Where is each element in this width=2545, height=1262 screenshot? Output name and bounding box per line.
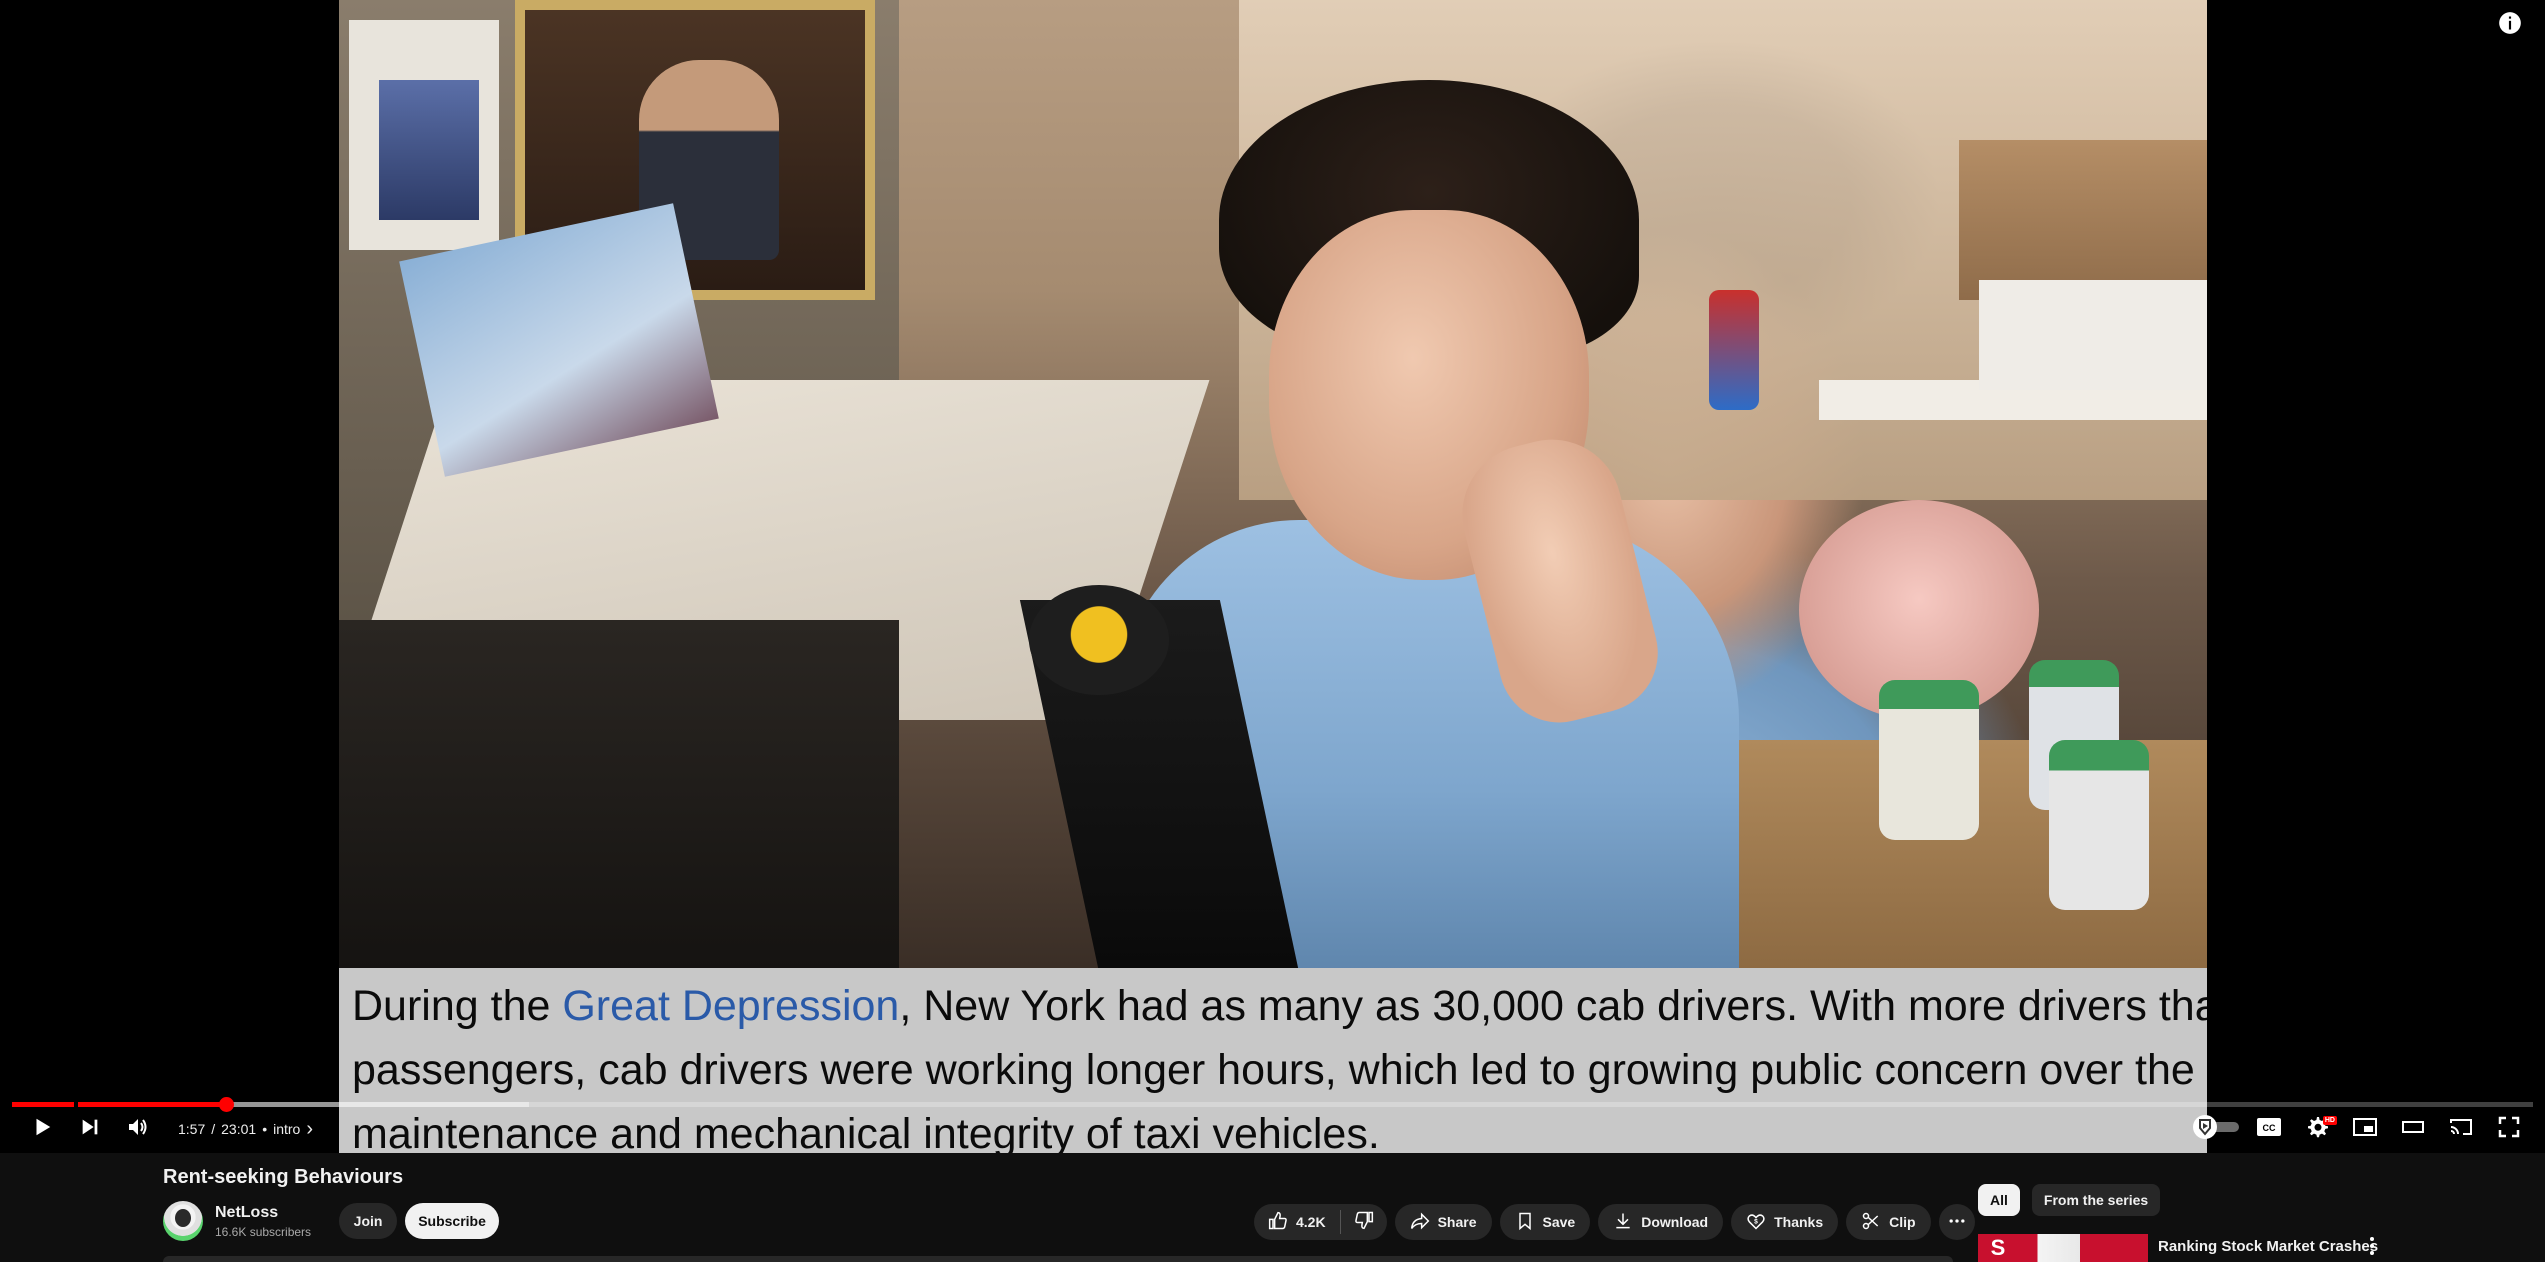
caption-line: passengers, cab drivers were working lon… — [352, 1046, 2195, 1094]
scene-bottle — [1879, 680, 1979, 840]
channel-info: NetLoss 16.6K subscribers — [215, 1204, 311, 1239]
chip-from-the-series[interactable]: From the series — [2031, 1184, 2161, 1216]
chevron-right-icon: › — [306, 1118, 313, 1140]
more-actions-button[interactable] — [1938, 1204, 1975, 1240]
save-button[interactable]: Save — [1499, 1204, 1591, 1240]
miniplayer-icon — [2352, 1116, 2378, 1143]
next-button[interactable] — [66, 1112, 114, 1146]
mute-button[interactable] — [114, 1112, 162, 1146]
next-icon — [79, 1116, 101, 1143]
related-video-item[interactable]: S Ranking Stock Market Crashes — [1978, 1234, 2398, 1262]
caption-line: maintenance and mechanical integrity of … — [352, 1110, 1380, 1153]
related-filter-chips: All From the series — [1978, 1184, 2161, 1216]
cast-icon — [2448, 1116, 2474, 1143]
more-horizontal-icon — [1947, 1211, 1967, 1234]
like-count: 4.2K — [1296, 1214, 1326, 1230]
progress-bar[interactable] — [12, 1097, 2533, 1112]
time-display: 1:57 / 23:01 — [178, 1121, 256, 1137]
related-video-title[interactable]: Ranking Stock Market Crashes — [2158, 1234, 2378, 1262]
scene-bottle — [2049, 740, 2149, 910]
bookmark-icon — [1515, 1211, 1535, 1234]
play-icon — [31, 1116, 53, 1143]
channel-avatar[interactable] — [163, 1201, 203, 1241]
cast-button[interactable] — [2437, 1112, 2485, 1146]
scene-microphone — [1029, 585, 1169, 695]
chip-all[interactable]: All — [1978, 1184, 2020, 1216]
scissors-icon — [1861, 1211, 1881, 1234]
volume-icon — [126, 1115, 150, 1144]
scene-game-box — [379, 80, 479, 220]
thumbs-down-icon — [1354, 1210, 1374, 1235]
duration: 23:01 — [221, 1121, 257, 1137]
hd-badge: HD — [2322, 1116, 2337, 1125]
related-thumbnail[interactable]: S — [1978, 1234, 2148, 1262]
thanks-label: Thanks — [1774, 1214, 1824, 1230]
channel-name[interactable]: NetLoss — [215, 1204, 311, 1222]
caption-line: During the Great Depression, New York ha… — [352, 974, 2207, 1038]
chapter-button[interactable]: • intro › — [262, 1118, 313, 1140]
settings-button[interactable]: HD — [2293, 1112, 2341, 1146]
thumbs-up-icon — [1268, 1211, 1288, 1234]
svg-text:CC: CC — [2263, 1123, 2276, 1133]
chapter-title: intro — [273, 1121, 301, 1137]
video-actions: 4.2K Share Save Download $ Thanks Clip — [1254, 1204, 1975, 1240]
dislike-button[interactable] — [1341, 1204, 1387, 1240]
scene-cardboard-box — [1959, 140, 2207, 300]
join-button[interactable]: Join — [339, 1203, 398, 1239]
time-separator: / — [211, 1121, 216, 1137]
thanks-heart-icon: $ — [1746, 1211, 1766, 1234]
current-time: 1:57 — [178, 1121, 206, 1137]
player-controls-left: 1:57 / 23:01 • intro › — [18, 1112, 313, 1146]
progress-played — [12, 1102, 226, 1107]
caption-highlight: Great Depression — [562, 982, 900, 1030]
related-video-menu-button[interactable] — [2362, 1236, 2382, 1260]
chapter-bullet: • — [262, 1121, 268, 1137]
avatar-figure — [175, 1209, 191, 1227]
thanks-button[interactable]: $ Thanks — [1731, 1204, 1839, 1240]
autoplay-toggle[interactable] — [2185, 1112, 2245, 1146]
fullscreen-icon — [2497, 1115, 2521, 1144]
more-vertical-icon — [2369, 1236, 2375, 1261]
channel-owner-row: NetLoss 16.6K subscribers Join Subscribe — [163, 1200, 500, 1242]
captions-button[interactable]: CC — [2245, 1112, 2293, 1146]
subscribe-button[interactable]: Subscribe — [405, 1203, 500, 1239]
subscriber-count: 16.6K subscribers — [215, 1224, 312, 1239]
scene-bottle — [1709, 290, 1759, 410]
theater-mode-button[interactable] — [2389, 1112, 2437, 1146]
share-label: Share — [1437, 1214, 1477, 1230]
play-button[interactable] — [18, 1112, 66, 1146]
chapter-marker — [74, 1102, 78, 1107]
video-player[interactable]: During the Great Depression, New York ha… — [0, 0, 2545, 1153]
player-controls-right: CC HD — [2185, 1112, 2533, 1146]
theater-icon — [2400, 1116, 2426, 1143]
share-button[interactable]: Share — [1394, 1204, 1492, 1240]
captions-icon: CC — [2256, 1116, 2282, 1143]
caption-text: , New York had as many as 30,000 cab dri… — [899, 982, 2207, 1030]
scene-shadow — [339, 620, 899, 968]
fullscreen-button[interactable] — [2485, 1112, 2533, 1146]
thumbnail-letter: S — [1978, 1234, 2018, 1262]
svg-text:$: $ — [1754, 1218, 1758, 1225]
video-title: Rent-seeking Behaviours — [163, 1166, 404, 1188]
caption-window: During the Great Depression, New York ha… — [339, 968, 2207, 1153]
video-frame[interactable] — [339, 0, 2207, 968]
clip-label: Clip — [1889, 1214, 1916, 1230]
miniplayer-button[interactable] — [2341, 1112, 2389, 1146]
info-icon[interactable] — [2497, 10, 2523, 36]
description-box[interactable] — [163, 1256, 1953, 1262]
scene-printer — [1979, 280, 2207, 390]
like-button[interactable]: 4.2K — [1254, 1204, 1340, 1240]
caption-text: During the — [352, 982, 563, 1030]
autoplay-icon — [2187, 1112, 2243, 1147]
scrubber-handle[interactable] — [218, 1097, 234, 1112]
download-icon — [1613, 1211, 1633, 1234]
clip-button[interactable]: Clip — [1846, 1204, 1931, 1240]
save-label: Save — [1542, 1214, 1576, 1230]
share-icon — [1410, 1211, 1430, 1234]
like-dislike-group: 4.2K — [1254, 1204, 1387, 1240]
download-button[interactable]: Download — [1598, 1204, 1724, 1240]
download-label: Download — [1641, 1214, 1709, 1230]
